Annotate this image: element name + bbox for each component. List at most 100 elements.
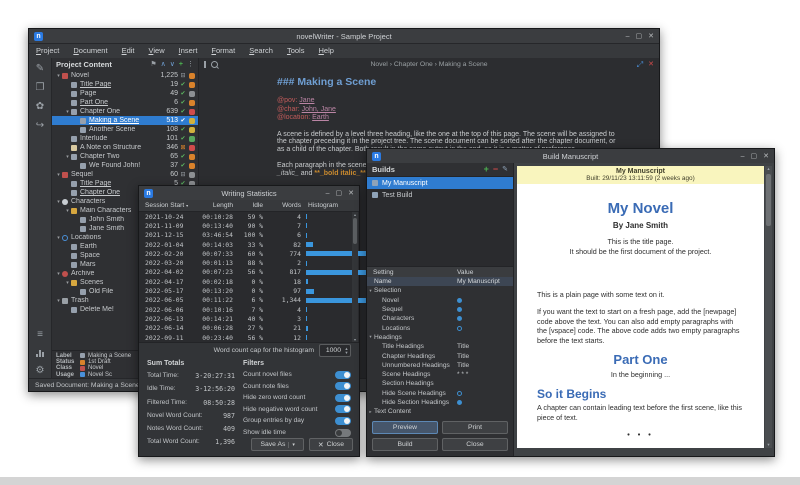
expander-icon[interactable]: ▾ — [55, 73, 62, 79]
expander-icon[interactable]: ▾ — [55, 235, 62, 241]
maximize-icon[interactable]: ▢ — [636, 33, 643, 40]
expander-icon[interactable]: ▸ — [367, 409, 374, 415]
editor-close-icon[interactable]: ✕ — [648, 61, 654, 68]
edit-build-icon[interactable]: ✎ — [502, 166, 508, 173]
session-row[interactable]: 2022-02-2000:07:3360 %774 — [139, 249, 359, 258]
menu-kebab-icon[interactable]: ⋮ — [187, 61, 194, 68]
toggle-switch[interactable] — [335, 405, 351, 413]
print-button[interactable]: Print — [442, 421, 508, 434]
edit-icon[interactable]: ✎ — [36, 64, 44, 74]
stats-icon[interactable] — [36, 349, 44, 357]
tree-item-novel[interactable]: ▾Novel1,225⊟ — [52, 71, 198, 80]
menu-item-search[interactable]: Search — [242, 44, 280, 58]
export-check-icon[interactable]: ✔ — [178, 163, 188, 169]
remove-build-icon[interactable]: − — [493, 165, 498, 174]
export-check-icon[interactable]: ⊠ — [178, 145, 188, 151]
minimize-icon[interactable]: – — [741, 153, 745, 160]
export-check-icon[interactable]: ✔ — [178, 109, 188, 115]
tree-item-a-note-on-structure[interactable]: A Note on Structure346⊠ — [52, 143, 198, 152]
close-icon[interactable]: ✕ — [348, 190, 354, 197]
setting-row-hide-scene-headings[interactable]: Hide Scene Headings — [367, 389, 513, 398]
save-as-button[interactable]: Save As▾ — [251, 438, 303, 451]
session-row[interactable]: 2021-12-1503:46:54100 %6 — [139, 231, 359, 240]
session-row[interactable]: 2022-06-1400:06:2827 %21 — [139, 324, 359, 333]
session-row[interactable]: 2021-11-0900:13:4090 %7 — [139, 221, 359, 230]
session-row[interactable]: 2022-06-0500:11:226 %1,344 — [139, 296, 359, 305]
setting-row-novel[interactable]: Novel — [367, 296, 513, 305]
tree-item-chapter-one[interactable]: ▾Chapter One639✔ — [52, 107, 198, 116]
menu-item-edit[interactable]: Edit — [115, 44, 142, 58]
build-titlebar[interactable]: n Build Manuscript – ▢ ✕ — [367, 149, 774, 164]
tree-item-another-scene[interactable]: Another Scene108✔ — [52, 125, 198, 134]
expander-icon[interactable]: ▾ — [64, 208, 71, 214]
export-icon[interactable]: ↪ — [36, 121, 44, 131]
setting-row-selection[interactable]: ▾Selection — [367, 286, 513, 295]
export-check-icon[interactable]: ✔ — [178, 127, 188, 133]
menu-item-help[interactable]: Help — [311, 44, 340, 58]
expander-icon[interactable]: ▾ — [55, 172, 62, 178]
session-row[interactable]: 2022-03-2000:01:1388 %2 — [139, 258, 359, 267]
move-up-icon[interactable]: ∧ — [161, 61, 166, 68]
export-check-icon[interactable]: ⊟ — [178, 172, 188, 178]
tree-item-making-a-scene[interactable]: Making a Scene513✔ — [52, 116, 198, 125]
session-row[interactable]: 2021-10-2400:10:2859 %4 — [139, 212, 359, 221]
tag-value[interactable]: Jane — [299, 97, 314, 104]
move-down-icon[interactable]: ∨ — [170, 61, 175, 68]
enabled-dot-icon[interactable] — [457, 316, 462, 321]
expander-icon[interactable]: ▾ — [64, 280, 71, 286]
enabled-dot-icon[interactable] — [457, 307, 462, 312]
setting-row-characters[interactable]: Characters — [367, 314, 513, 323]
disabled-dot-icon[interactable] — [457, 326, 462, 331]
setting-row-text-content[interactable]: ▸Text Content — [367, 407, 513, 416]
add-icon[interactable]: + — [179, 61, 183, 68]
session-row[interactable]: 2022-06-1300:14:2140 %3 — [139, 314, 359, 323]
menu-item-insert[interactable]: Insert — [172, 44, 205, 58]
expand-editor-icon[interactable]: ⤢ — [637, 61, 643, 69]
search-icon[interactable] — [211, 61, 218, 68]
close-button[interactable]: ✕Close — [309, 438, 353, 451]
close-button[interactable]: Close — [442, 438, 508, 451]
build-list-item-test-build[interactable]: Test Build — [367, 189, 513, 201]
export-check-icon[interactable]: ⊟ — [178, 73, 188, 79]
close-icon[interactable]: ✕ — [763, 153, 769, 160]
minimize-icon[interactable]: – — [626, 33, 630, 40]
export-check-icon[interactable]: ✔ — [178, 118, 188, 124]
chevron-down-icon[interactable]: ▾ — [288, 442, 295, 448]
setting-row-scene-headings[interactable]: Scene Headings* * * — [367, 370, 513, 379]
minimize-icon[interactable]: – — [326, 190, 330, 197]
histogram-cap-spinbox[interactable]: 1000 ▲▼ — [319, 344, 351, 357]
details-icon[interactable]: ≡ — [37, 330, 43, 340]
toggle-switch[interactable] — [335, 429, 351, 437]
export-check-icon[interactable]: ✔ — [178, 82, 188, 88]
menu-item-format[interactable]: Format — [204, 44, 242, 58]
tag-value[interactable]: John, Jane — [302, 106, 336, 113]
outline-icon[interactable]: ❐ — [36, 83, 45, 93]
expander-icon[interactable]: ▾ — [367, 334, 374, 340]
menu-item-project[interactable]: Project — [29, 44, 66, 58]
session-row[interactable]: 2022-06-0600:10:167 %4 — [139, 305, 359, 314]
session-row[interactable]: 2022-04-0200:07:2356 %817 — [139, 268, 359, 277]
menu-item-tools[interactable]: Tools — [280, 44, 312, 58]
close-icon[interactable]: ✕ — [648, 33, 654, 40]
scrollbar-thumb[interactable] — [353, 218, 357, 244]
preview-button[interactable]: Preview — [372, 421, 438, 434]
sessions-table-header[interactable]: Session Start ▾ Length Idle Words Histog… — [139, 200, 359, 212]
session-row[interactable]: 2022-01-0400:14:0333 %82 — [139, 240, 359, 249]
tag-value[interactable]: Earth — [312, 114, 329, 121]
setting-row-headings[interactable]: ▾Headings — [367, 333, 513, 342]
expander-icon[interactable]: ▾ — [55, 271, 62, 277]
setting-row-name[interactable]: NameMy Manuscript — [367, 277, 513, 286]
tree-item-title-page[interactable]: Title Page19✔ — [52, 80, 198, 89]
preview-scrollbar[interactable]: ▴ ▾ — [765, 166, 772, 448]
toggle-switch[interactable] — [335, 417, 351, 425]
setting-row-section-headings[interactable]: Section Headings — [367, 379, 513, 388]
enabled-dot-icon[interactable] — [457, 298, 462, 303]
session-row[interactable]: 2022-05-1700:13:200 %97 — [139, 286, 359, 295]
setting-row-chapter-headings[interactable]: Chapter HeadingsTitle — [367, 351, 513, 360]
tree-item-interlude[interactable]: Interlude101✔ — [52, 134, 198, 143]
bookmark-icon[interactable]: ⚑ — [150, 61, 156, 68]
build-list-item-my-manuscript[interactable]: My Manuscript — [367, 177, 513, 189]
enabled-dot-icon[interactable] — [457, 400, 462, 405]
scrollbar-thumb[interactable] — [766, 174, 771, 226]
tree-item-part-one[interactable]: Part One6✔ — [52, 98, 198, 107]
